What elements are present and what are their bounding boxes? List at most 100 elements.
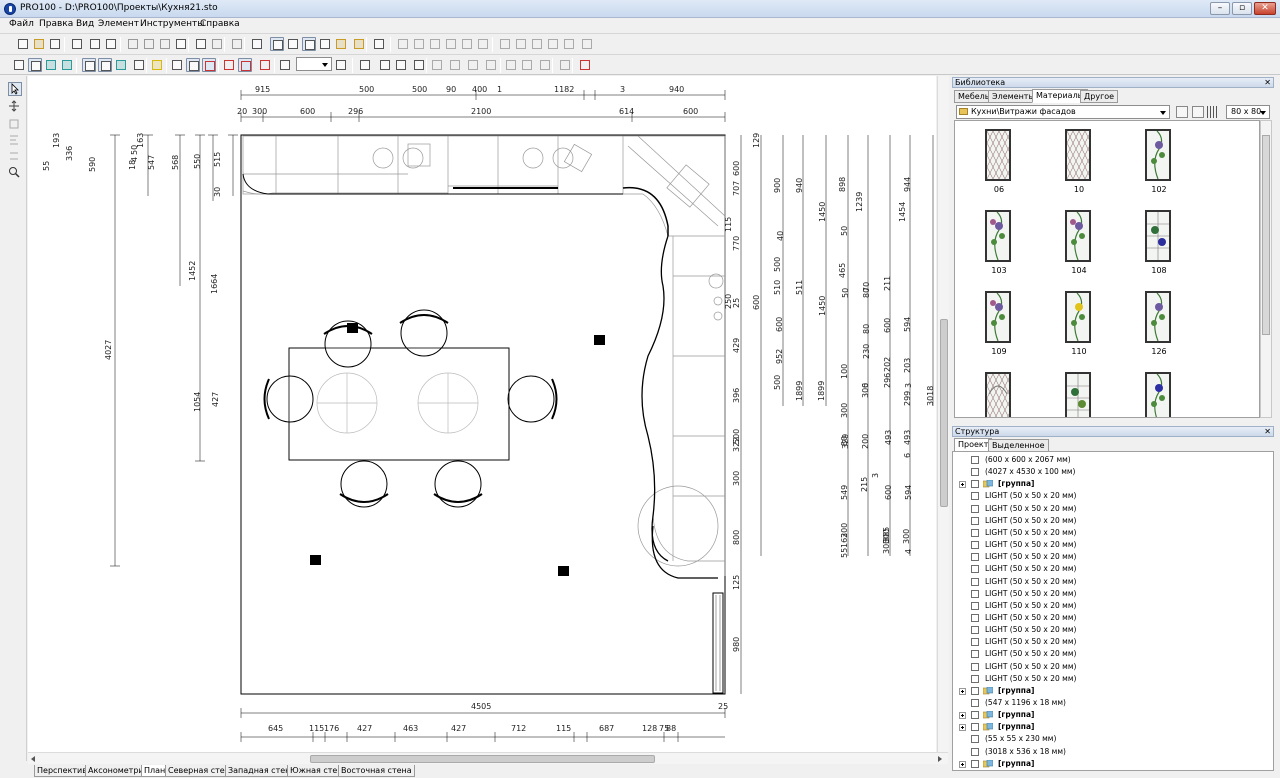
tree-row[interactable]: [группа]: [953, 685, 1273, 697]
export-button[interactable]: [70, 37, 84, 51]
distribute-h-button[interactable]: [498, 37, 512, 51]
structure-close-icon[interactable]: ✕: [1264, 427, 1271, 436]
wire-3-button[interactable]: [114, 58, 128, 72]
canvas-horizontal-scrollbar[interactable]: [28, 752, 948, 764]
canvas-vertical-scrollbar[interactable]: [937, 76, 949, 752]
library-path-select[interactable]: Кухни\Витражи фасадов: [956, 105, 1170, 119]
view-3d-button[interactable]: [352, 37, 366, 51]
visibility-checkbox[interactable]: [971, 577, 979, 586]
menu-element[interactable]: Элемент: [98, 19, 139, 29]
align-tool-button[interactable]: [8, 134, 22, 148]
light-3[interactable]: [310, 555, 321, 565]
scroll-right-arrow-icon[interactable]: [938, 756, 942, 762]
redo-button[interactable]: [210, 37, 224, 51]
visibility-checkbox[interactable]: [971, 759, 979, 768]
tool-h-button[interactable]: [558, 58, 572, 72]
light-2[interactable]: [594, 335, 605, 345]
minimize-button[interactable]: –: [1210, 2, 1230, 15]
snap-3-button[interactable]: [562, 37, 576, 51]
expand-icon[interactable]: [959, 687, 966, 695]
tool-i-button[interactable]: [578, 58, 592, 72]
tree-row[interactable]: [группа]: [953, 709, 1273, 721]
tree-row[interactable]: LIGHT (50 x 50 x 20 мм): [953, 490, 1273, 502]
tree-row[interactable]: (55 x 55 x 230 мм): [953, 733, 1273, 745]
align-middle-button[interactable]: [460, 37, 474, 51]
tool-b-button[interactable]: [448, 58, 462, 72]
visibility-checkbox[interactable]: [971, 711, 979, 720]
view-plan-button[interactable]: [270, 37, 284, 51]
tree-row[interactable]: [группа]: [953, 478, 1273, 490]
tree-row[interactable]: LIGHT (50 x 50 x 20 мм): [953, 539, 1273, 551]
menu-file[interactable]: Файл: [9, 19, 34, 29]
tree-row[interactable]: LIGHT (50 x 50 x 20 мм): [953, 503, 1273, 515]
view-wall-button[interactable]: [334, 37, 348, 51]
expand-icon[interactable]: [959, 760, 966, 768]
view-front-button[interactable]: [286, 37, 300, 51]
library-item[interactable]: 109: [959, 287, 1039, 367]
tree-row[interactable]: LIGHT (50 x 50 x 20 мм): [953, 588, 1273, 600]
visibility-checkbox[interactable]: [971, 492, 979, 501]
visibility-checkbox[interactable]: [971, 589, 979, 598]
visibility-checkbox[interactable]: [971, 504, 979, 513]
library-item[interactable]: 06: [959, 125, 1039, 205]
visibility-checkbox[interactable]: [971, 565, 979, 574]
menu-tools[interactable]: Инструменты: [140, 19, 204, 29]
print-preview-button[interactable]: [104, 37, 118, 51]
visibility-checkbox[interactable]: [971, 553, 979, 562]
measure-button[interactable]: [170, 58, 184, 72]
library-scrollbar[interactable]: [1260, 120, 1272, 418]
align-right-button[interactable]: [428, 37, 442, 51]
folder-up-button[interactable]: [1176, 106, 1188, 118]
visibility-checkbox[interactable]: [971, 650, 979, 659]
zoom-tool-button[interactable]: [8, 166, 22, 180]
dims-button[interactable]: [186, 58, 200, 72]
wire-2-button[interactable]: [98, 58, 112, 72]
align-bottom-button[interactable]: [476, 37, 490, 51]
light-1[interactable]: [347, 323, 358, 333]
new-file-button[interactable]: [16, 37, 30, 51]
tree-row[interactable]: LIGHT (50 x 50 x 20 мм): [953, 600, 1273, 612]
undo-button[interactable]: [194, 37, 208, 51]
tree-row[interactable]: LIGHT (50 x 50 x 20 мм): [953, 673, 1273, 685]
tab-project[interactable]: Проект: [954, 438, 993, 452]
magnet-button[interactable]: [222, 58, 236, 72]
plan-view-canvas[interactable]: 915 500 500 90 400 1 1182 3 940 20 300 600 296 2100 61…: [28, 76, 936, 752]
visibility-checkbox[interactable]: [971, 626, 979, 635]
tree-row[interactable]: LIGHT (50 x 50 x 20 мм): [953, 515, 1273, 527]
maximize-button[interactable]: ▫: [1232, 2, 1252, 15]
tree-row[interactable]: [группа]: [953, 721, 1273, 733]
visibility-checkbox[interactable]: [971, 516, 979, 525]
menu-edit[interactable]: Правка: [39, 19, 73, 29]
group-button[interactable]: [230, 37, 244, 51]
visibility-checkbox[interactable]: [971, 662, 979, 671]
tool-a-button[interactable]: [430, 58, 444, 72]
view-top-button[interactable]: [318, 37, 332, 51]
library-item[interactable]: [1039, 368, 1119, 417]
visibility-checkbox[interactable]: [971, 613, 979, 622]
wire-1-button[interactable]: [82, 58, 96, 72]
grid-button[interactable]: [202, 58, 216, 72]
rotate-view-button[interactable]: [394, 58, 408, 72]
tool-e-button[interactable]: [504, 58, 518, 72]
tree-row[interactable]: [группа]: [953, 758, 1273, 770]
tree-row[interactable]: (547 x 1196 x 18 мм): [953, 697, 1273, 709]
align-left-button[interactable]: [396, 37, 410, 51]
visibility-checkbox[interactable]: [971, 468, 979, 477]
paste-special-button[interactable]: [174, 37, 188, 51]
view-side-button[interactable]: [302, 37, 316, 51]
move-tool-button[interactable]: [8, 100, 22, 114]
visibility-checkbox[interactable]: [971, 723, 979, 732]
tool-f-button[interactable]: [520, 58, 534, 72]
visibility-checkbox[interactable]: [971, 686, 979, 695]
tool-g-button[interactable]: [538, 58, 552, 72]
library-item[interactable]: 10: [1039, 125, 1119, 205]
rotate-tool-button[interactable]: [8, 118, 22, 132]
paste-button[interactable]: [158, 37, 172, 51]
distribute-v-button[interactable]: [514, 37, 528, 51]
copy-button[interactable]: [142, 37, 156, 51]
thumbnail-size-select[interactable]: 80 x 80: [1226, 105, 1270, 119]
tool-d-button[interactable]: [484, 58, 498, 72]
tree-row[interactable]: LIGHT (50 x 50 x 20 мм): [953, 612, 1273, 624]
library-item[interactable]: [959, 368, 1039, 417]
tree-row[interactable]: LIGHT (50 x 50 x 20 мм): [953, 624, 1273, 636]
